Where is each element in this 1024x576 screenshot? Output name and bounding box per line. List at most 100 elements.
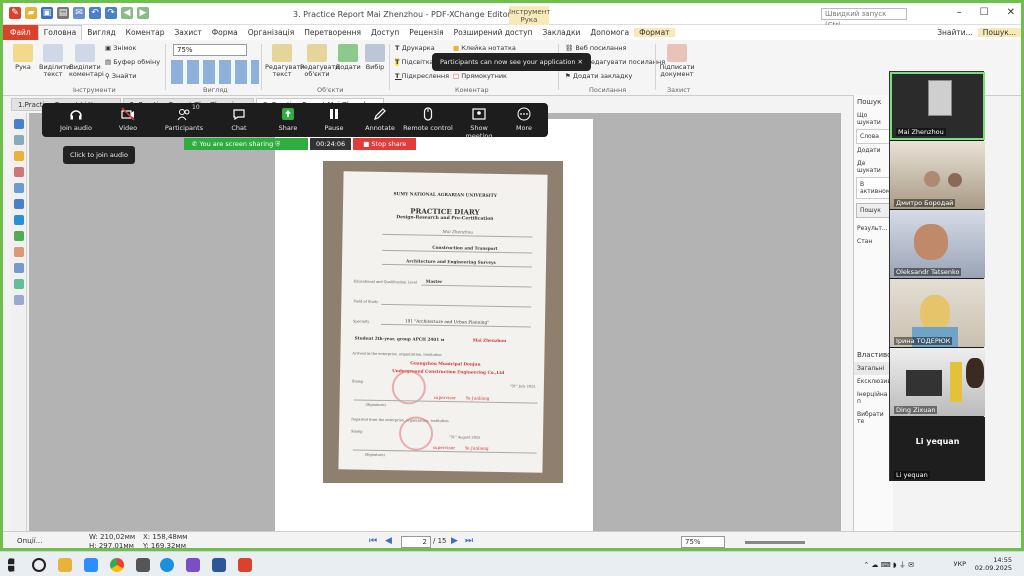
- participant-tile[interactable]: Ірина ТОДЕРЮК: [890, 279, 985, 347]
- tray-icons[interactable]: ⌃ ☁ ⌨ ◗ ⏚ ✉: [863, 560, 914, 570]
- share-button[interactable]: Share: [272, 107, 304, 132]
- search-button[interactable]: Пошук: [856, 203, 891, 218]
- save-icon[interactable]: ▣: [41, 7, 53, 19]
- zoom-select[interactable]: 75%: [173, 44, 247, 56]
- find-button[interactable]: ⚲ Знайти: [105, 73, 136, 80]
- participant-tile[interactable]: Mai Zhenzhou: [890, 72, 985, 140]
- zoom-slider[interactable]: [745, 541, 805, 544]
- pdf-xchange-icon[interactable]: [238, 558, 252, 572]
- undo-icon[interactable]: ↶: [89, 7, 101, 19]
- next-page-icon[interactable]: ▶: [451, 536, 458, 546]
- video-button[interactable]: Video: [112, 107, 144, 132]
- signatures-icon[interactable]: [13, 199, 24, 209]
- view-tools-icons[interactable]: [171, 60, 259, 84]
- menu-search[interactable]: Пошук...: [977, 28, 1021, 37]
- snapshot-button[interactable]: ▣ Знімок: [105, 45, 136, 52]
- menu-bookmarks[interactable]: Закладки: [537, 28, 585, 37]
- menu-form[interactable]: Форма: [207, 28, 243, 37]
- comments-icon[interactable]: [13, 151, 24, 161]
- open-icon[interactable]: ▰: [25, 7, 37, 19]
- redo-icon[interactable]: ↷: [105, 7, 117, 19]
- menu-review[interactable]: Рецензія: [404, 28, 448, 37]
- menu-convert[interactable]: Перетворення: [299, 28, 366, 37]
- menu-view[interactable]: Вигляд: [82, 28, 120, 37]
- menu-extended-access[interactable]: Розширений доступ: [449, 28, 538, 37]
- print-icon[interactable]: ▤: [57, 7, 69, 19]
- properties-general[interactable]: Загальні: [854, 362, 893, 375]
- sticky-note-button[interactable]: ■ Клейка нотатка: [453, 45, 516, 52]
- minimize-icon[interactable]: –: [957, 7, 962, 18]
- highlight-button[interactable]: T Підсвітка: [395, 58, 434, 66]
- edit-links-button[interactable]: Редагувати посилання: [587, 59, 665, 66]
- edge-icon[interactable]: [160, 558, 174, 572]
- hand-tool-button[interactable]: Рука: [11, 44, 35, 71]
- menu-file[interactable]: Файл: [3, 25, 38, 40]
- destinations-icon[interactable]: [13, 215, 24, 225]
- annotate-button[interactable]: Annotate: [360, 107, 400, 132]
- participant-tile[interactable]: Ding Zixuan: [890, 348, 985, 416]
- viber-icon[interactable]: [186, 558, 200, 572]
- email-icon[interactable]: ✉: [73, 7, 85, 19]
- menu-find[interactable]: Знайти...: [932, 28, 978, 37]
- remote-control-button[interactable]: Remote control: [402, 107, 454, 132]
- sign-document-button[interactable]: Підписати документ: [659, 44, 695, 78]
- pause-button[interactable]: Pause: [318, 107, 350, 132]
- edit-objects-button[interactable]: Редагувати об'єкти: [300, 44, 339, 78]
- menu-access[interactable]: Доступ: [366, 28, 404, 37]
- underline-button[interactable]: T Підкреслення: [395, 73, 449, 80]
- maximize-icon[interactable]: ☐: [980, 7, 989, 18]
- properties-choose[interactable]: Вибрати те: [854, 408, 893, 428]
- first-page-icon[interactable]: ⏮: [369, 536, 377, 546]
- clipboard-button[interactable]: ▤ Буфер обміну: [105, 59, 160, 66]
- participant-tile[interactable]: Li yequan Li yequan: [890, 417, 985, 481]
- start-icon[interactable]: [8, 558, 15, 572]
- last-page-icon[interactable]: ⏭: [465, 536, 473, 546]
- menu-protect[interactable]: Захист: [169, 28, 206, 37]
- zoom-app-icon[interactable]: [84, 558, 98, 572]
- taskbar-app-icon[interactable]: [136, 558, 150, 572]
- attachments-icon[interactable]: [13, 167, 24, 177]
- bookmarks-icon[interactable]: [13, 119, 24, 129]
- prev-page-icon[interactable]: ◀: [385, 536, 392, 546]
- search-add-option[interactable]: Додати: [854, 144, 893, 157]
- search-icon[interactable]: [32, 558, 46, 572]
- clock[interactable]: 14:55 02.09.2025: [975, 556, 1012, 572]
- close-icon[interactable]: ✕: [1007, 7, 1015, 18]
- pages-icon[interactable]: [13, 135, 24, 145]
- file-explorer-icon[interactable]: [58, 558, 72, 572]
- language-indicator[interactable]: УКР: [954, 560, 967, 568]
- properties-exclusive[interactable]: Ексклюзивн: [854, 375, 895, 388]
- context-tab-hand-tool[interactable]: Інструмент Рука: [509, 6, 550, 25]
- chat-button[interactable]: Chat: [222, 107, 256, 132]
- web-links-button[interactable]: ⛓ Веб посилання: [565, 45, 626, 52]
- document-viewport[interactable]: SUMY NATIONAL AGRARIAN UNIVERSITY PRACTI…: [29, 113, 841, 531]
- choose-button[interactable]: Вибір: [363, 44, 387, 71]
- tags-icon[interactable]: [13, 279, 24, 289]
- layers-icon[interactable]: [13, 183, 24, 193]
- articles-icon[interactable]: [13, 263, 24, 273]
- word-icon[interactable]: [212, 558, 226, 572]
- select-comments-button[interactable]: Виділити коментарі: [69, 44, 104, 78]
- search-words-input[interactable]: Слова: [856, 129, 891, 144]
- rectangle-button[interactable]: □ Прямокутник: [453, 73, 507, 80]
- edit-text-button[interactable]: Редагувати текст: [265, 44, 304, 78]
- add-button[interactable]: Додати: [335, 44, 361, 71]
- search-scope-select[interactable]: В активному: [856, 177, 894, 199]
- menu-help[interactable]: Допомога: [585, 28, 634, 37]
- content-icon[interactable]: [13, 231, 24, 241]
- menu-comment[interactable]: Коментар: [121, 28, 170, 37]
- participant-tile[interactable]: Дмитро Бородай: [890, 141, 985, 209]
- add-bookmark-button[interactable]: ⚑ Додати закладку: [565, 73, 632, 80]
- menu-format[interactable]: Формат: [634, 28, 675, 37]
- stop-share-button[interactable]: ■ Stop share: [353, 138, 417, 150]
- sharing-timer[interactable]: 00:24:06: [310, 138, 352, 150]
- participant-tile[interactable]: Oleksandr Tatsenko: [890, 210, 985, 278]
- join-audio-button[interactable]: Join audio: [56, 107, 96, 132]
- quick-launch-input[interactable]: Швидкий запуск (Ctrl...: [821, 8, 907, 29]
- forward-icon[interactable]: ▶: [137, 7, 149, 19]
- page-number-input[interactable]: 2: [401, 536, 431, 548]
- menu-home[interactable]: Головна: [37, 25, 83, 40]
- more-button[interactable]: More: [508, 107, 540, 132]
- select-text-button[interactable]: Виділити текст: [39, 44, 70, 78]
- typewriter-button[interactable]: T Друкарка: [395, 45, 435, 52]
